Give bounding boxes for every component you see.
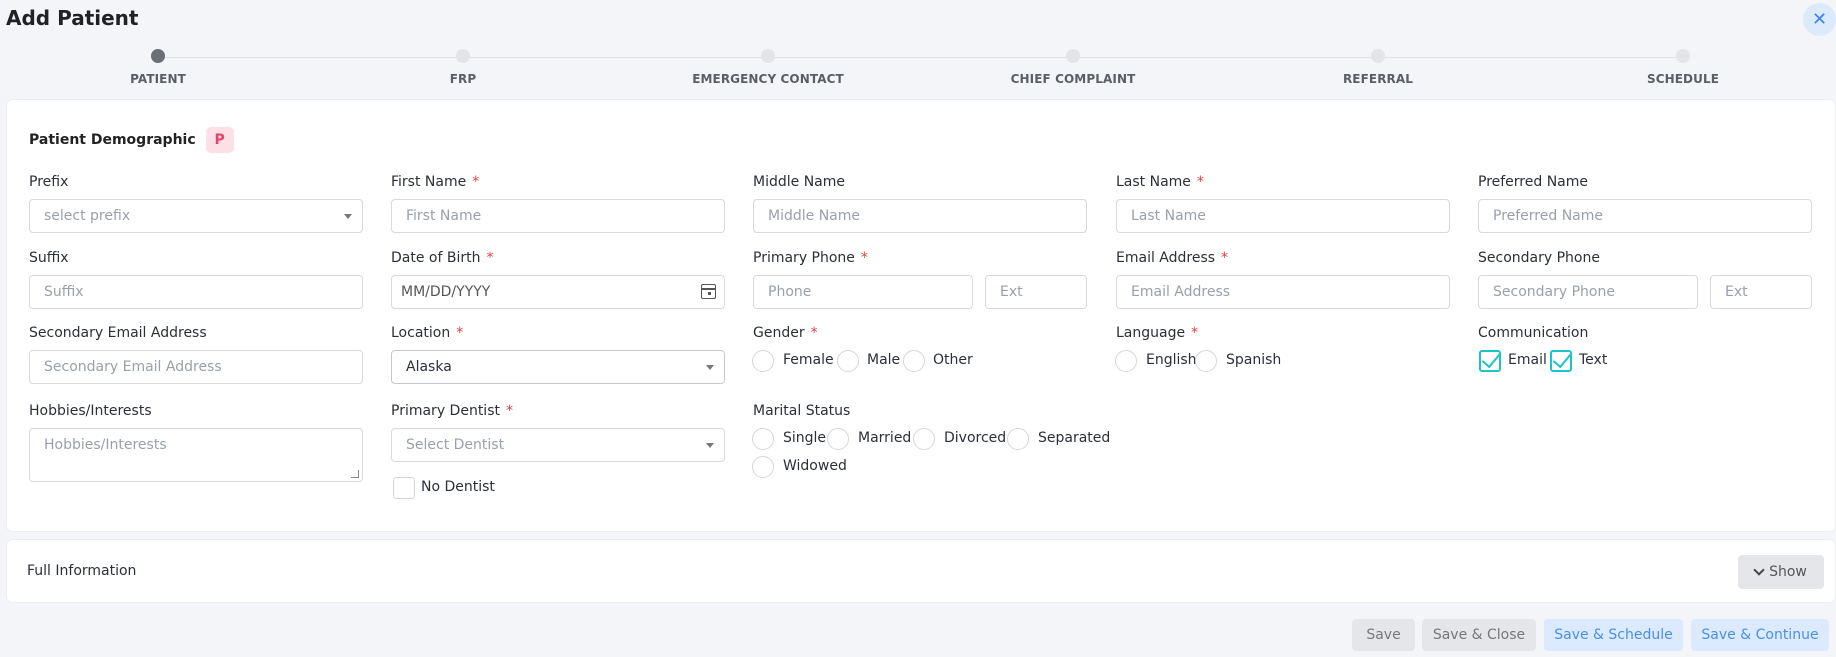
secondary-phone-ext-input[interactable]: Ext [1710, 275, 1812, 309]
marital-divorced-radio[interactable] [913, 428, 935, 450]
gender-female-label: Female [783, 352, 834, 368]
primary-dentist-select[interactable]: Select Dentist [391, 428, 725, 462]
marital-status-label: Marital Status [753, 403, 851, 419]
prefix-label: Prefix [29, 174, 69, 190]
marital-single-label: Single [783, 430, 827, 446]
marital-separated-radio[interactable] [1007, 428, 1029, 450]
save-close-button[interactable]: Save & Close [1422, 619, 1536, 651]
dob-label: Date of Birth * [391, 250, 494, 266]
gender-label: Gender * [753, 325, 818, 341]
step-label: FRP [449, 72, 477, 86]
marital-married-label: Married [858, 430, 912, 446]
no-dentist-checkbox[interactable] [393, 477, 415, 499]
location-label: Location * [391, 325, 464, 341]
close-icon: ✕ [1811, 9, 1828, 30]
step-dot [456, 49, 470, 63]
last-name-input[interactable]: Last Name [1116, 199, 1450, 233]
section-header: Patient Demographic P [29, 127, 234, 153]
marital-single-radio[interactable] [752, 428, 774, 450]
marital-widowed-label: Widowed [783, 458, 847, 474]
step-emergency-contact[interactable]: EMERGENCY CONTACT [658, 49, 878, 86]
last-name-label: Last Name * [1116, 174, 1204, 190]
save-schedule-button[interactable]: Save & Schedule [1544, 619, 1683, 651]
communication-email-checkbox[interactable] [1479, 350, 1501, 372]
first-name-input[interactable]: First Name [391, 199, 725, 233]
marital-divorced-label: Divorced [944, 430, 1007, 446]
preferred-name-input[interactable]: Preferred Name [1478, 199, 1812, 233]
full-information-label: Full Information [27, 563, 137, 579]
step-dot [1066, 49, 1080, 63]
secondary-email-label: Secondary Email Address [29, 325, 207, 341]
show-label: Show [1769, 564, 1807, 580]
page-title: Add Patient [6, 6, 139, 30]
email-label: Email Address * [1116, 250, 1229, 266]
gender-male-radio[interactable] [837, 350, 859, 372]
first-name-label: First Name * [391, 174, 480, 190]
secondary-email-input[interactable]: Secondary Email Address [29, 350, 363, 384]
calendar-icon[interactable] [701, 284, 716, 299]
chevron-down-icon [1753, 564, 1765, 576]
communication-text-label: Text [1579, 352, 1608, 368]
primary-dentist-label: Primary Dentist * [391, 403, 513, 419]
close-button[interactable]: ✕ [1803, 3, 1836, 36]
secondary-phone-input[interactable]: Secondary Phone [1478, 275, 1698, 309]
step-label: EMERGENCY CONTACT [692, 72, 844, 86]
language-spanish-radio[interactable] [1195, 350, 1217, 372]
primary-phone-ext-input[interactable]: Ext [985, 275, 1087, 309]
step-patient[interactable]: PATIENT [48, 49, 268, 86]
primary-phone-input[interactable]: Phone [753, 275, 973, 309]
suffix-input[interactable]: Suffix [29, 275, 363, 309]
chevron-down-icon [344, 214, 352, 219]
chevron-down-icon [706, 443, 714, 448]
step-label: REFERRAL [1342, 72, 1414, 86]
gender-other-label: Other [933, 352, 973, 368]
communication-text-checkbox[interactable] [1550, 350, 1572, 372]
save-button[interactable]: Save [1352, 619, 1415, 651]
save-continue-button[interactable]: Save & Continue [1691, 619, 1829, 651]
step-dot [1371, 49, 1385, 63]
hobbies-textarea[interactable]: Hobbies/Interests [29, 428, 363, 482]
suffix-label: Suffix [29, 250, 69, 266]
language-label: Language * [1116, 325, 1199, 341]
step-schedule[interactable]: SCHEDULE [1573, 49, 1793, 86]
gender-female-radio[interactable] [752, 350, 774, 372]
communication-label: Communication [1478, 325, 1589, 341]
resize-grip-icon[interactable] [351, 470, 359, 478]
communication-email-label: Email [1508, 352, 1547, 368]
email-input[interactable]: Email Address [1116, 275, 1450, 309]
no-dentist-label: No Dentist [421, 479, 495, 495]
full-information-panel: Full Information Show [6, 539, 1836, 603]
dob-input[interactable]: MM/DD/YYYY [391, 275, 725, 309]
secondary-phone-label: Secondary Phone [1478, 250, 1600, 266]
preferred-name-label: Preferred Name [1478, 174, 1589, 190]
location-select[interactable]: Alaska [391, 350, 725, 384]
step-dot [761, 49, 775, 63]
prefix-select[interactable]: select prefix [29, 199, 363, 233]
step-label: PATIENT [130, 72, 186, 86]
gender-male-label: Male [867, 352, 901, 368]
middle-name-input[interactable]: Middle Name [753, 199, 1087, 233]
show-button[interactable]: Show [1738, 555, 1824, 589]
language-spanish-label: Spanish [1226, 352, 1282, 368]
step-chief-complaint[interactable]: CHIEF COMPLAINT [963, 49, 1183, 86]
section-badge: P [205, 127, 234, 153]
stepper: PATIENT FRP EMERGENCY CONTACT CHIEF COMP… [0, 40, 1836, 92]
middle-name-label: Middle Name [753, 174, 845, 190]
step-dot [151, 49, 165, 63]
marital-married-radio[interactable] [827, 428, 849, 450]
step-label: SCHEDULE [1646, 72, 1720, 86]
primary-phone-label: Primary Phone * [753, 250, 868, 266]
step-label: CHIEF COMPLAINT [1010, 72, 1136, 86]
marital-widowed-radio[interactable] [752, 456, 774, 478]
marital-separated-label: Separated [1038, 430, 1111, 446]
language-english-radio[interactable] [1115, 350, 1137, 372]
gender-other-radio[interactable] [903, 350, 925, 372]
chevron-down-icon [706, 365, 714, 370]
step-dot [1676, 49, 1690, 63]
hobbies-label: Hobbies/Interests [29, 403, 152, 419]
step-frp[interactable]: FRP [353, 49, 573, 86]
section-title: Patient Demographic [29, 132, 196, 148]
language-english-label: English [1146, 352, 1197, 368]
step-referral[interactable]: REFERRAL [1268, 49, 1488, 86]
